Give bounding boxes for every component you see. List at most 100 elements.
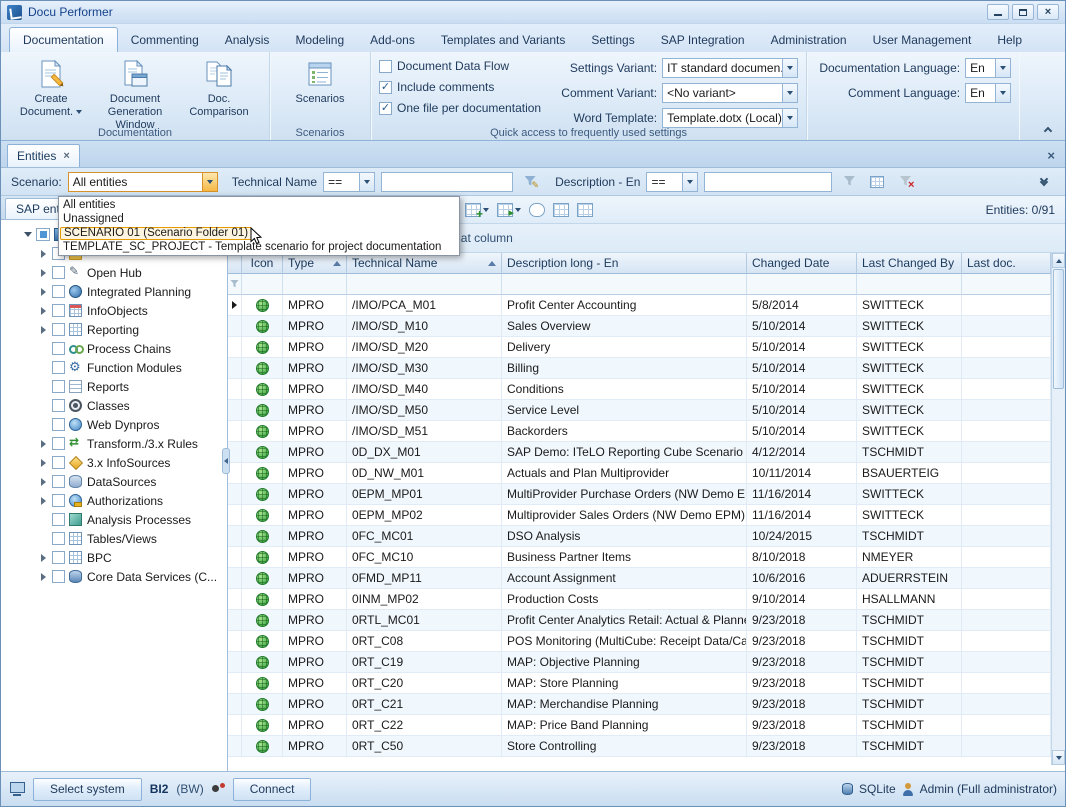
ribbon-tab-user-management[interactable]: User Management bbox=[860, 28, 985, 52]
tree-item-analysis-processes[interactable]: Analysis Processes bbox=[1, 510, 227, 529]
dropdown-item-unassigned[interactable]: Unassigned bbox=[59, 212, 459, 226]
scroll-up-button[interactable] bbox=[1052, 253, 1065, 268]
checkbox-box[interactable] bbox=[379, 81, 392, 94]
filter-cell-icon[interactable] bbox=[242, 274, 283, 295]
checkbox-include-comments[interactable]: Include comments bbox=[379, 80, 541, 94]
filter-cell-description-long-en[interactable] bbox=[502, 274, 747, 295]
table-row[interactable]: MPRO/IMO/PCA_M01Profit Center Accounting… bbox=[228, 295, 1051, 316]
table-row[interactable]: MPRO0INM_MP02Production Costs9/10/2014HS… bbox=[228, 589, 1051, 610]
tree-checkbox[interactable] bbox=[52, 380, 65, 393]
ribbon-tab-templates-and-variants[interactable]: Templates and Variants bbox=[428, 28, 579, 52]
tree-checkbox[interactable] bbox=[52, 399, 65, 412]
ribbon-tab-settings[interactable]: Settings bbox=[578, 28, 647, 52]
scenario-dropdown-button[interactable] bbox=[202, 173, 217, 191]
expand-arrow[interactable] bbox=[37, 440, 50, 448]
tree-checkbox[interactable] bbox=[52, 418, 65, 431]
tree-item-web-dynpros[interactable]: Web Dynpros bbox=[1, 415, 227, 434]
tree-item-core-data-services-c[interactable]: Core Data Services (C... bbox=[1, 567, 227, 586]
ribbon-tab-administration[interactable]: Administration bbox=[758, 28, 860, 52]
tree-checkbox[interactable] bbox=[52, 437, 65, 450]
doc-comparison-button[interactable]: Doc. Comparison bbox=[177, 55, 261, 119]
checkbox-box[interactable] bbox=[379, 102, 392, 115]
scrollbar-thumb[interactable] bbox=[1053, 269, 1064, 389]
technical-name-filter-input[interactable] bbox=[381, 172, 513, 192]
grid-view-2-button[interactable] bbox=[577, 203, 593, 217]
select-system-button[interactable]: Select system bbox=[33, 778, 142, 801]
table-row[interactable]: MPRO/IMO/SD_M51Backorders5/10/2014SWITTE… bbox=[228, 421, 1051, 442]
table-row[interactable]: MPRO/IMO/SD_M20Delivery5/10/2014SWITTECK bbox=[228, 337, 1051, 358]
table-row[interactable]: MPRO0EPM_MP02Multiprovider Sales Orders … bbox=[228, 505, 1051, 526]
tree-checkbox[interactable] bbox=[52, 361, 65, 374]
dropdown-button[interactable] bbox=[995, 59, 1010, 77]
dropdown-button[interactable] bbox=[359, 173, 374, 191]
comment-variant-combo[interactable]: <No variant> bbox=[662, 83, 798, 103]
expand-arrow[interactable] bbox=[37, 269, 50, 277]
tree-checkbox[interactable] bbox=[52, 266, 65, 279]
technical-name-filter-button[interactable]: ✎ bbox=[519, 171, 541, 192]
ribbon-tab-help[interactable]: Help bbox=[984, 28, 1035, 52]
table-row[interactable]: MPRO0FC_MC10Business Partner Items8/10/2… bbox=[228, 547, 1051, 568]
tree-checkbox[interactable] bbox=[52, 551, 65, 564]
scroll-down-button[interactable] bbox=[1052, 750, 1065, 765]
ribbon-tab-modeling[interactable]: Modeling bbox=[282, 28, 357, 52]
dropdown-item-all-entities[interactable]: All entities bbox=[59, 198, 459, 212]
tree-item-function-modules[interactable]: Function Modules bbox=[1, 358, 227, 377]
table-row[interactable]: MPRO0D_NW_M01Actuals and Plan Multiprovi… bbox=[228, 463, 1051, 484]
comment-language-combo[interactable]: En bbox=[965, 83, 1011, 103]
user-label[interactable]: Admin (Full administrator) bbox=[920, 782, 1057, 796]
tree-item-datasources[interactable]: DataSources bbox=[1, 472, 227, 491]
table-row[interactable]: MPRO/IMO/SD_M50Service Level5/10/2014SWI… bbox=[228, 400, 1051, 421]
checkbox-document-data-flow[interactable]: Document Data Flow bbox=[379, 59, 541, 73]
technical-name-operator-combo[interactable]: == bbox=[323, 172, 375, 192]
table-row[interactable]: MPRO/IMO/SD_M10Sales Overview5/10/2014SW… bbox=[228, 316, 1051, 337]
tree-item-3-x-infosources[interactable]: 3.x InfoSources bbox=[1, 453, 227, 472]
connect-button[interactable]: Connect bbox=[233, 778, 312, 801]
tree-item-integrated-planning[interactable]: Integrated Planning bbox=[1, 282, 227, 301]
table-row[interactable]: MPRO0EPM_MP01MultiProvider Purchase Orde… bbox=[228, 484, 1051, 505]
description-operator-combo[interactable]: == bbox=[646, 172, 698, 192]
tree-item-open-hub[interactable]: Open Hub bbox=[1, 263, 227, 282]
documentation-language-combo[interactable]: En bbox=[965, 58, 1011, 78]
grid-view-button[interactable] bbox=[553, 203, 569, 217]
expand-filter-panel-button[interactable] bbox=[1033, 171, 1055, 192]
table-row[interactable]: MPRO/IMO/SD_M30Billing5/10/2014SWITTECK bbox=[228, 358, 1051, 379]
table-row[interactable]: MPRO0FC_MC01DSO Analysis10/24/2015TSCHMI… bbox=[228, 526, 1051, 547]
table-row[interactable]: MPRO0D_DX_M01SAP Demo: ITeLO Reporting C… bbox=[228, 442, 1051, 463]
tree-item-infoobjects[interactable]: InfoObjects bbox=[1, 301, 227, 320]
tree-checkbox[interactable] bbox=[52, 513, 65, 526]
checkbox-one-file-per-documentation[interactable]: One file per documentation bbox=[379, 101, 541, 115]
table-row[interactable]: MPRO0RT_C08POS Monitoring (MultiCube: Re… bbox=[228, 631, 1051, 652]
tree-checkbox[interactable] bbox=[52, 323, 65, 336]
column-header-type[interactable]: Type bbox=[283, 253, 347, 274]
table-row[interactable]: MPRO0RTL_MC01Profit Center Analytics Ret… bbox=[228, 610, 1051, 631]
splitter-collapse-handle[interactable] bbox=[222, 448, 230, 474]
tree-item-classes[interactable]: Classes bbox=[1, 396, 227, 415]
table-row[interactable]: MPRO0RT_C21MAP: Merchandise Planning9/23… bbox=[228, 694, 1051, 715]
table-row[interactable]: MPRO0RT_C50Store Controlling9/23/2018TSC… bbox=[228, 736, 1051, 757]
tree-checkbox[interactable] bbox=[52, 342, 65, 355]
comment-button[interactable] bbox=[529, 203, 545, 217]
ribbon-tab-analysis[interactable]: Analysis bbox=[212, 28, 283, 52]
dropdown-button[interactable] bbox=[995, 84, 1010, 102]
document-generation-window-button[interactable]: Document Generation Window bbox=[93, 55, 177, 132]
vertical-scrollbar[interactable] bbox=[1051, 253, 1065, 765]
checkbox-box[interactable] bbox=[379, 60, 392, 73]
expand-arrow[interactable] bbox=[37, 326, 50, 334]
ribbon-tab-sap-integration[interactable]: SAP Integration bbox=[648, 28, 758, 52]
filter-cell-technical-name[interactable] bbox=[347, 274, 502, 295]
scenarios-button[interactable]: Scenarios bbox=[278, 55, 362, 106]
description-filter-input[interactable] bbox=[704, 172, 832, 192]
filter-cell-changed-date[interactable] bbox=[747, 274, 857, 295]
close-document-area-button[interactable]: × bbox=[1043, 148, 1059, 167]
tree-checkbox[interactable] bbox=[36, 228, 50, 241]
description-filter-button[interactable] bbox=[838, 171, 860, 192]
column-header-icon[interactable]: Icon bbox=[242, 253, 283, 274]
tab-close-icon[interactable]: × bbox=[63, 151, 69, 162]
tab-entities[interactable]: Entities × bbox=[7, 144, 80, 167]
clear-filter-button[interactable]: × bbox=[894, 171, 916, 192]
column-header-description-long-en[interactable]: Description long - En bbox=[502, 253, 747, 274]
expand-arrow[interactable] bbox=[37, 307, 50, 315]
tree-checkbox[interactable] bbox=[52, 456, 65, 469]
filter-cell-last-changed-by[interactable] bbox=[857, 274, 962, 295]
tree-checkbox[interactable] bbox=[52, 570, 65, 583]
